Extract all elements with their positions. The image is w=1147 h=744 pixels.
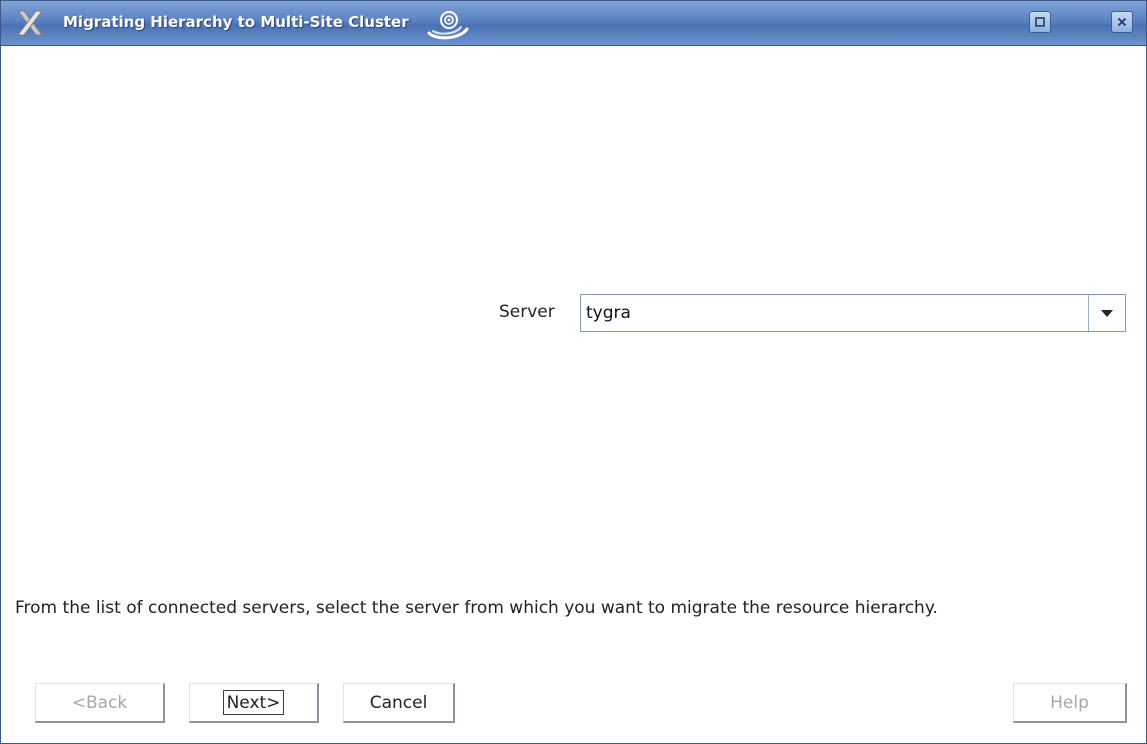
x-app-icon (17, 10, 43, 36)
back-button[interactable]: <Back (35, 683, 165, 723)
wizard-window: Migrating Hierarchy to Multi-Site Cluste… (0, 0, 1147, 744)
swirl-icon (427, 11, 469, 40)
server-dropdown[interactable]: tygra (580, 294, 1126, 332)
window-title: Migrating Hierarchy to Multi-Site Cluste… (63, 13, 409, 31)
title-bar[interactable]: Migrating Hierarchy to Multi-Site Cluste… (1, 1, 1146, 46)
close-icon (1117, 17, 1127, 27)
help-button-label: Help (1050, 692, 1089, 713)
cancel-button[interactable]: Cancel (343, 683, 455, 723)
maximize-button[interactable] (1029, 11, 1051, 33)
maximize-icon (1035, 17, 1045, 27)
help-button[interactable]: Help (1013, 683, 1127, 723)
wizard-content: Server tygra From the list of connected … (1, 46, 1146, 743)
instruction-text: From the list of connected servers, sele… (15, 598, 938, 618)
close-button[interactable] (1111, 11, 1133, 33)
back-button-label: <Back (71, 692, 128, 713)
dropdown-arrow-button[interactable] (1088, 295, 1125, 331)
server-label: Server (499, 302, 555, 322)
next-button-label: Next> (222, 690, 285, 715)
next-button[interactable]: Next> (189, 683, 319, 723)
chevron-down-icon (1101, 310, 1113, 317)
server-dropdown-value: tygra (586, 303, 631, 323)
cancel-button-label: Cancel (369, 692, 428, 713)
